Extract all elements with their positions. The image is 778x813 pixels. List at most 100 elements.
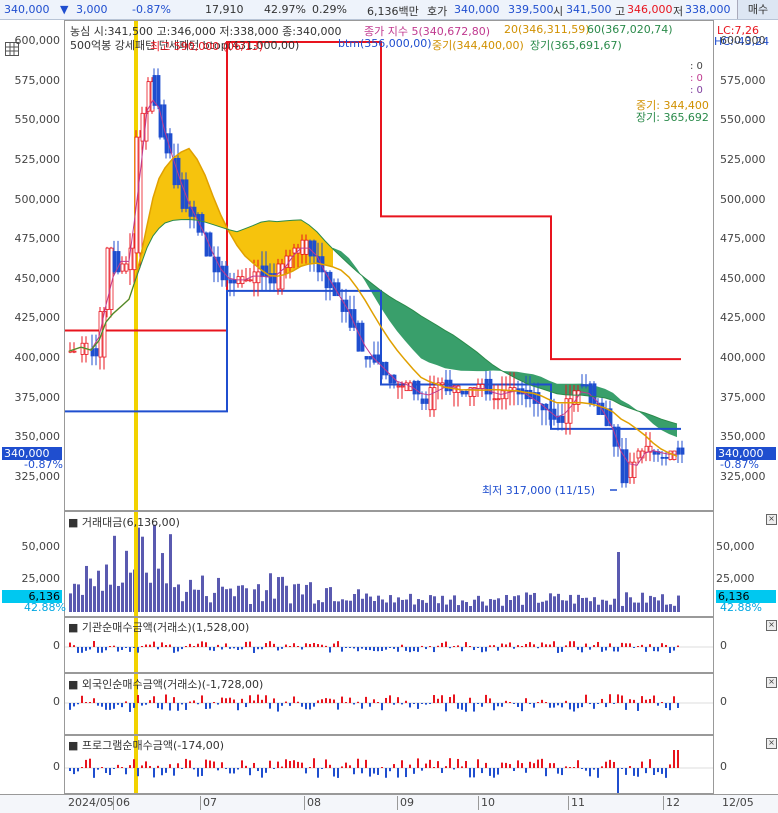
- net-buy-bar: [337, 768, 339, 778]
- candle-body: [432, 387, 437, 411]
- net-buy-bar: [529, 703, 531, 704]
- candle-body: [300, 239, 305, 255]
- net-buy-bar: [281, 703, 283, 706]
- volume-bar: [229, 588, 232, 612]
- left-axis: [0, 20, 64, 812]
- net-buy-bar: [157, 765, 159, 768]
- volume-bar: [657, 600, 660, 612]
- y-tick-label-right: 550,000: [720, 113, 766, 127]
- close-icon[interactable]: ×: [766, 620, 777, 631]
- volume-bar: [505, 594, 508, 612]
- net-buy-bar: [233, 647, 235, 649]
- net-buy-bar: [525, 768, 527, 773]
- long-term-cloud: [333, 247, 677, 438]
- net-buy-bar: [313, 642, 315, 647]
- net-buy-bar: [249, 695, 251, 703]
- buy-button[interactable]: 매수: [737, 0, 778, 19]
- net-buy-bar: [385, 768, 387, 778]
- volume-bar: [617, 552, 620, 612]
- net-buy-bar: [665, 644, 667, 647]
- net-buy-bar: [249, 768, 251, 776]
- change-value: 3,000: [76, 3, 108, 16]
- volume-bar: [493, 599, 496, 612]
- net-buy-bar: [201, 768, 203, 776]
- volume-bar: [549, 593, 552, 612]
- net-buy-bar: [145, 761, 147, 768]
- net-buy-bar: [117, 647, 119, 652]
- net-buy-bar: [445, 766, 447, 768]
- net-buy-bar: [609, 643, 611, 647]
- net-buy-bar: [621, 695, 623, 703]
- short-term-legend: 중기(344,400,00): [432, 39, 524, 52]
- volume-bar: [157, 568, 160, 612]
- net-buy-bar: [533, 644, 535, 647]
- price-chart-panel[interactable]: [64, 20, 714, 511]
- volume-bar: [589, 601, 592, 612]
- net-buy-bar: [201, 695, 203, 703]
- current-pct-tag-right: -0.87%: [720, 458, 759, 471]
- net-buy-bar: [457, 645, 459, 647]
- candle-body: [396, 385, 401, 388]
- net-buy-bar: [517, 760, 519, 768]
- right-axis: [714, 20, 778, 812]
- net-buy-bar: [113, 645, 115, 647]
- net-buy-bar: [241, 760, 243, 768]
- volume-bar: [217, 577, 220, 612]
- volume-bar: [457, 605, 460, 612]
- candle-body: [504, 390, 509, 400]
- net-buy-bar: [401, 760, 403, 768]
- net-buy-bar: [573, 641, 575, 647]
- net-buy-bar: [85, 759, 87, 768]
- low-value: 338,000: [685, 3, 731, 16]
- net-buy-bar: [473, 703, 475, 712]
- net-buy-bar: [181, 768, 183, 769]
- info-line-3: : 0: [690, 85, 703, 96]
- net-buy-bar: [273, 643, 275, 647]
- net-buy-bar: [637, 646, 639, 647]
- close-icon[interactable]: ×: [766, 677, 777, 688]
- volume-bar: [413, 604, 416, 612]
- net-buy-bar: [245, 765, 247, 768]
- net-buy-bar: [541, 699, 543, 703]
- volume-bar: [81, 594, 84, 612]
- net-buy-bar: [257, 647, 259, 650]
- net-buy-bar: [69, 703, 71, 710]
- candle-body: [460, 390, 465, 395]
- close-icon[interactable]: ×: [766, 514, 777, 525]
- y-tick-label: 325,000: [14, 470, 61, 483]
- net-buy-bar: [481, 768, 483, 774]
- net-buy-bar: [677, 703, 679, 708]
- volume-bar: [341, 599, 344, 612]
- net-buy-bar: [593, 703, 595, 709]
- net-buy-bar: [461, 766, 463, 768]
- volume-bar: [541, 601, 544, 612]
- candle-body: [124, 263, 129, 272]
- net-buy-bar: [469, 768, 471, 778]
- close-icon[interactable]: ×: [766, 738, 777, 749]
- net-buy-bar: [493, 645, 495, 647]
- net-buy-bar: [357, 701, 359, 703]
- y-tick-label: 450,000: [14, 271, 61, 285]
- x-tick-label: 06: [116, 796, 130, 809]
- net-buy-bar: [593, 645, 595, 647]
- candle-body: [492, 398, 497, 401]
- volume-bar: [241, 585, 244, 612]
- net-buy-bar: [649, 698, 651, 703]
- net-buy-bar: [133, 647, 135, 648]
- net-buy-bar: [661, 768, 663, 774]
- net-buy-bar: [453, 646, 455, 647]
- net-buy-bar: [305, 703, 307, 710]
- net-buy-bar: [381, 647, 383, 651]
- net-buy-bar: [549, 644, 551, 647]
- net-buy-bar: [545, 768, 547, 777]
- net-buy-bar: [673, 696, 675, 703]
- net-buy-bar: [429, 703, 431, 704]
- net-buy-bar: [509, 764, 511, 768]
- net-buy-bar: [609, 694, 611, 703]
- volume-bar: [629, 597, 632, 612]
- net-buy-bar: [413, 647, 415, 652]
- x-tick-label: 11: [571, 796, 585, 809]
- volume-bar: [69, 593, 72, 612]
- net-buy-bar: [225, 698, 227, 703]
- net-buy-bar: [417, 647, 419, 652]
